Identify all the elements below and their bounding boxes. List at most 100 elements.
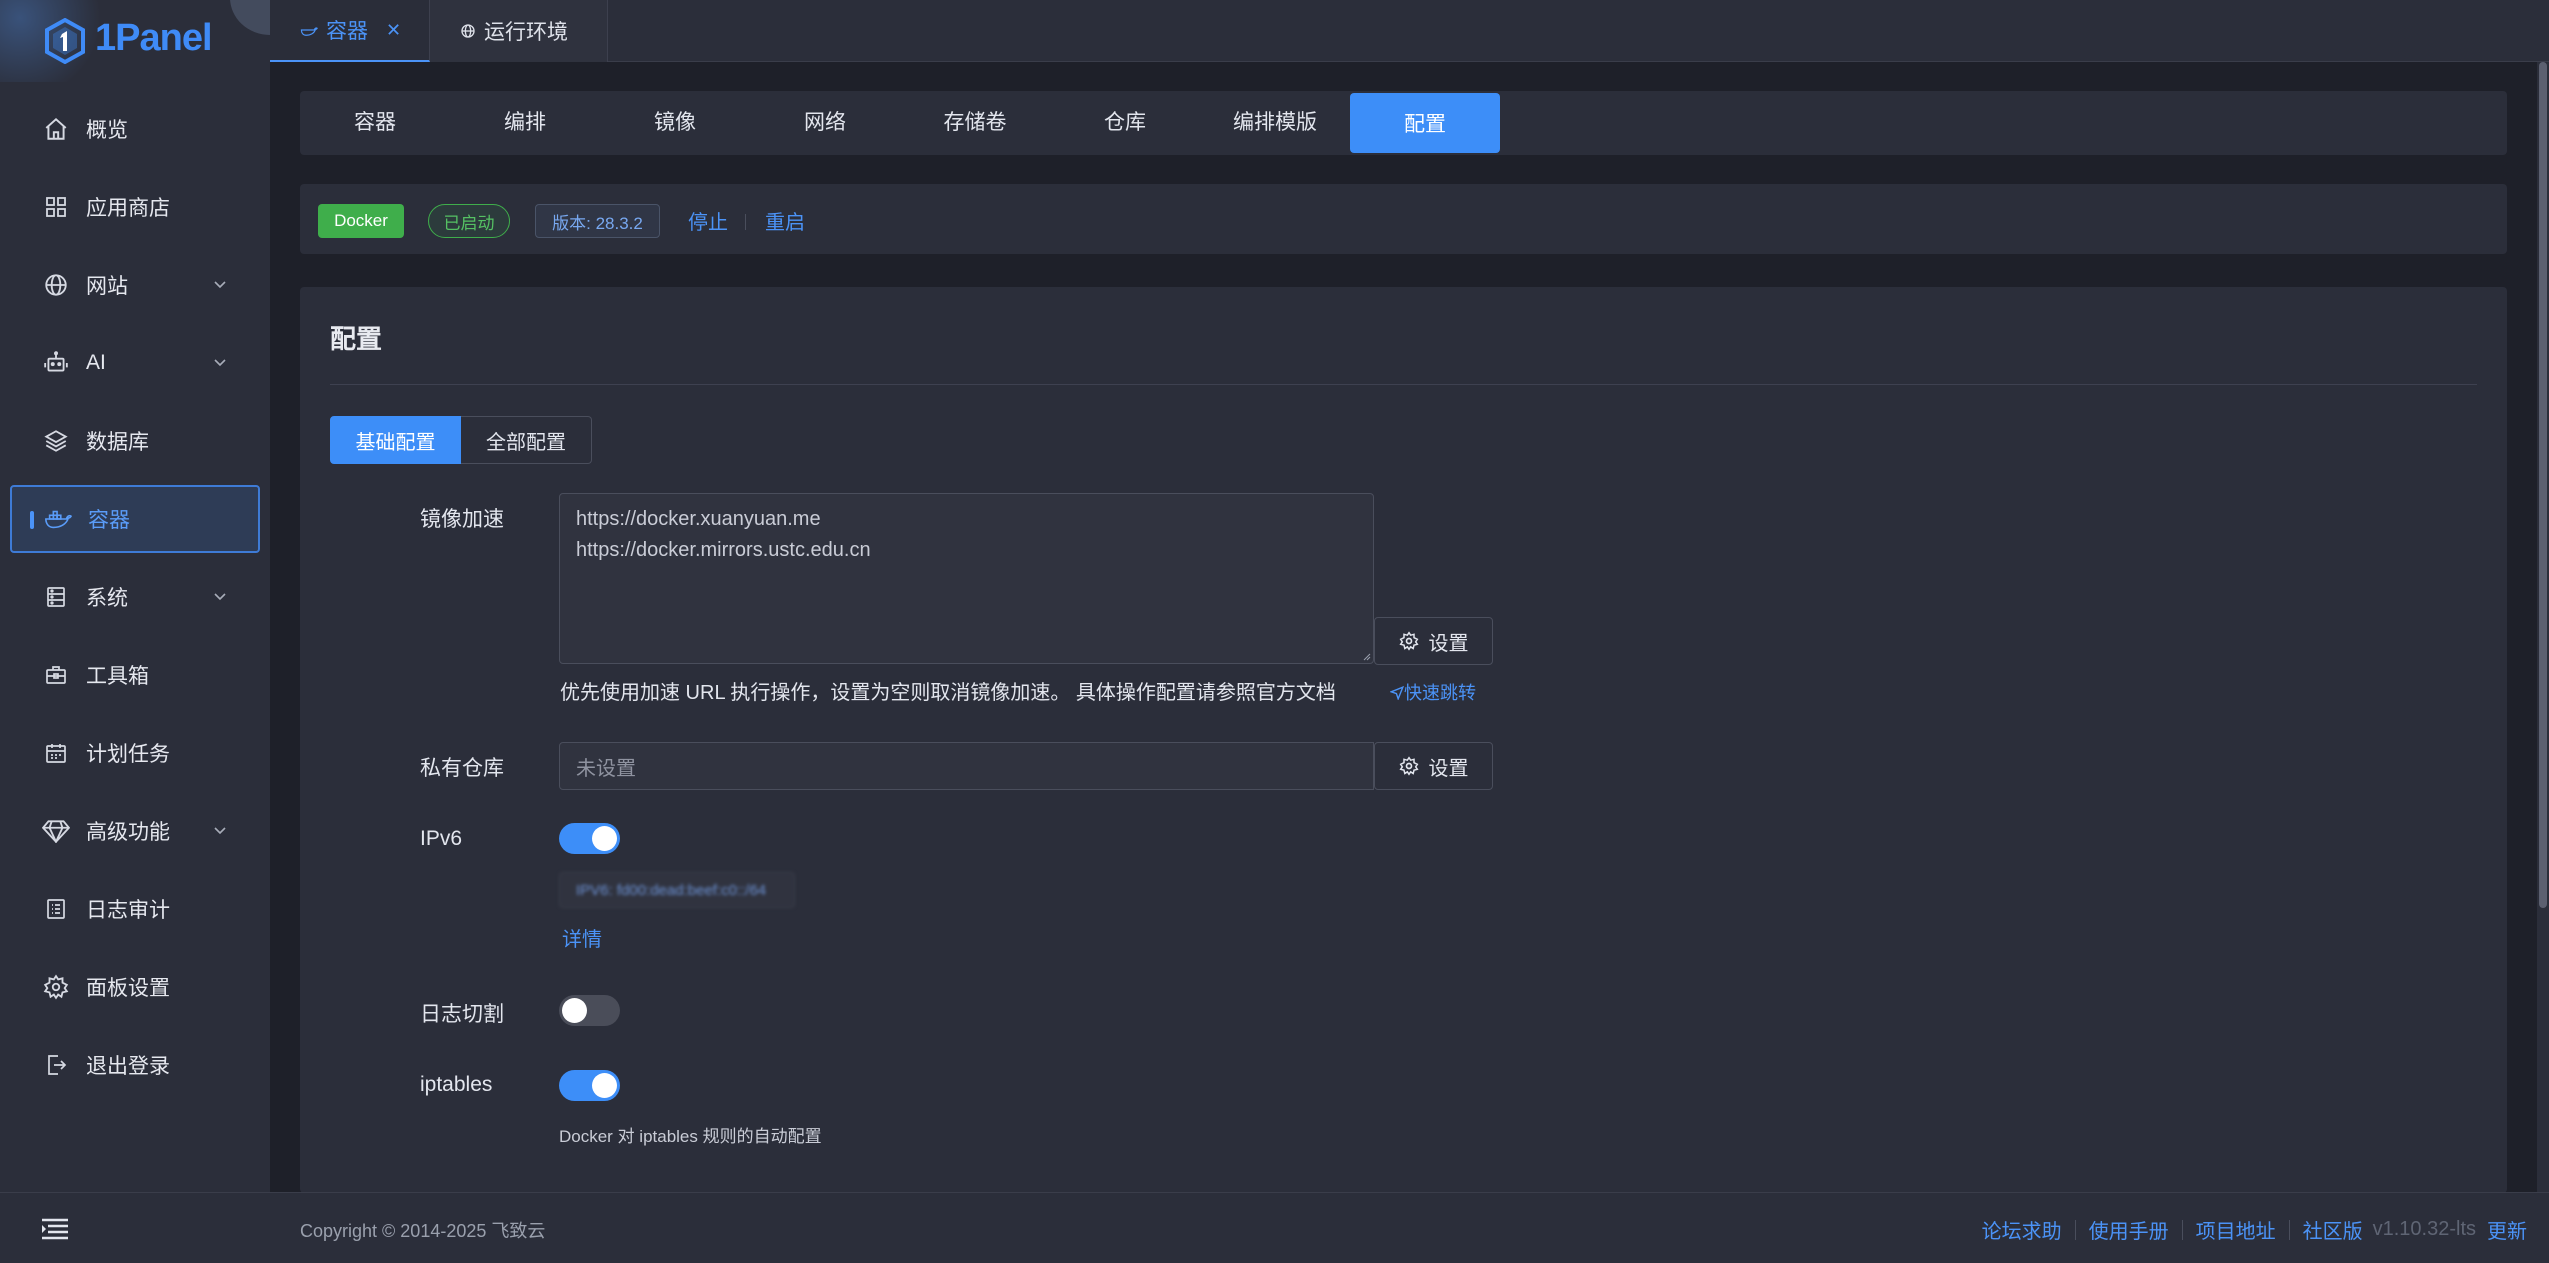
server-icon	[42, 583, 70, 611]
sidebar-item-label: 概览	[86, 119, 128, 142]
mirror-label: 镜像加速	[420, 508, 504, 531]
page-title: 配置	[330, 324, 383, 354]
subnav-containers[interactable]: 容器	[300, 91, 450, 151]
subnav-compose[interactable]: 编排	[450, 91, 600, 151]
brand-name: 1Panel	[95, 17, 213, 59]
docker-whale-icon	[300, 27, 318, 36]
config-mode-tabs: 基础配置 全部配置	[330, 416, 592, 464]
subnav-volumes[interactable]: 存储卷	[900, 91, 1050, 151]
sidebar-item-system[interactable]: 系统	[10, 558, 260, 636]
gear-icon	[42, 973, 70, 1001]
iptables-toggle[interactable]	[559, 1070, 620, 1101]
ipv6-subnet-tag: IPV6: fd00:dead:beef:c0::/64	[559, 872, 795, 908]
apps-grid-icon	[42, 193, 70, 221]
calendar-icon	[42, 739, 70, 767]
chevron-down-icon	[214, 281, 226, 289]
sidebar-item-label: 面板设置	[86, 977, 170, 1000]
iptables-label: iptables	[420, 1073, 493, 1096]
gear-icon	[1398, 756, 1419, 776]
ipv6-label: IPv6	[420, 827, 463, 850]
scrollbar-thumb[interactable]	[2539, 62, 2547, 908]
subnav-images[interactable]: 镜像	[600, 91, 750, 151]
docker-status-bar: Docker 已启动 版本: 28.3.2 停止 重启	[300, 184, 2507, 254]
sidebar-item-label: 数据库	[86, 431, 149, 454]
sidebar-item-panel-settings[interactable]: 面板设置	[10, 948, 260, 1026]
resize-grip-icon[interactable]	[1361, 651, 1371, 661]
registry-label: 私有仓库	[420, 757, 504, 780]
send-icon	[1389, 685, 1405, 701]
subnav-registries[interactable]: 仓库	[1050, 91, 1200, 151]
log-rotate-toggle[interactable]	[559, 995, 620, 1026]
log-list-icon	[42, 895, 70, 923]
chevron-down-icon	[214, 593, 226, 601]
robot-icon	[42, 349, 70, 377]
registry-settings-button[interactable]: 设置	[1374, 742, 1493, 790]
page-scrollbar[interactable]	[2537, 62, 2549, 1192]
sidebar-item-cron[interactable]: 计划任务	[10, 714, 260, 792]
globe-icon	[42, 271, 70, 299]
version-text: v1.10.32-lts	[2372, 1218, 2476, 1240]
update-link[interactable]: 更新	[2487, 1215, 2527, 1244]
registry-input[interactable]: 未设置	[559, 742, 1374, 790]
ipv6-detail-link[interactable]: 详情	[562, 923, 602, 952]
globe-icon	[461, 24, 475, 38]
button-label: 设置	[1428, 632, 1469, 655]
divider	[330, 384, 2477, 385]
edition-link[interactable]: 社区版	[2303, 1215, 2363, 1244]
container-sub-nav: 容器 编排 镜像 网络 存储卷 仓库 编排模版 配置	[300, 91, 2507, 155]
top-tab-bar: 容器 ✕ 运行环境	[270, 0, 2549, 62]
divider	[2074, 1219, 2076, 1240]
sidebar-item-label: 高级功能	[86, 821, 170, 844]
sidebar-item-toolbox[interactable]: 工具箱	[10, 636, 260, 714]
tab-runtime[interactable]: 运行环境	[430, 0, 608, 62]
close-icon[interactable]: ✕	[386, 20, 401, 41]
stop-button[interactable]: 停止	[688, 206, 728, 235]
tab-basic-config[interactable]: 基础配置	[330, 416, 461, 464]
project-link[interactable]: 项目地址	[2196, 1215, 2276, 1244]
iptables-help-text: Docker 对 iptables 规则的自动配置	[559, 1127, 822, 1146]
toggle-knob	[592, 826, 617, 851]
tab-container[interactable]: 容器 ✕	[270, 0, 430, 62]
sidebar-item-log-audit[interactable]: 日志审计	[10, 870, 260, 948]
mirror-textarea[interactable]: https://docker.xuanyuan.me https://docke…	[559, 493, 1374, 664]
sidebar-item-container[interactable]: 容器	[10, 485, 260, 553]
mirror-settings-button[interactable]: 设置	[1374, 617, 1493, 665]
sidebar-item-database[interactable]: 数据库	[10, 402, 260, 480]
sidebar-item-label: 日志审计	[86, 899, 170, 922]
home-icon	[42, 115, 70, 143]
forum-link[interactable]: 论坛求助	[1982, 1215, 2062, 1244]
subnav-settings[interactable]: 配置	[1350, 93, 1500, 153]
sidebar-item-ai[interactable]: AI	[10, 324, 260, 402]
status-badge: 已启动	[428, 204, 510, 238]
subnav-networks[interactable]: 网络	[750, 91, 900, 151]
collapse-menu-icon[interactable]	[40, 1217, 70, 1241]
gear-icon	[1398, 631, 1419, 651]
sidebar-item-label: 计划任务	[86, 743, 170, 766]
toggle-knob	[562, 998, 587, 1023]
subnav-compose-templates[interactable]: 编排模版	[1200, 91, 1350, 151]
logo-decoration	[230, 0, 270, 35]
divider	[2181, 1219, 2183, 1240]
restart-button[interactable]: 重启	[765, 206, 805, 235]
sidebar-item-website[interactable]: 网站	[10, 246, 260, 324]
sidebar-item-advanced[interactable]: 高级功能	[10, 792, 260, 870]
diamond-icon	[42, 817, 70, 845]
mirror-line: https://docker.xuanyuan.me	[576, 508, 821, 530]
mirror-help-text: 优先使用加速 URL 执行操作，设置为空则取消镜像加速。 具体操作配置请参照官方…	[560, 682, 1336, 704]
docker-whale-icon	[44, 505, 72, 533]
sidebar-item-label: 退出登录	[86, 1055, 170, 1078]
sidebar-item-app-store[interactable]: 应用商店	[10, 168, 260, 246]
sidebar-item-logout[interactable]: 退出登录	[10, 1026, 260, 1104]
brand-logo[interactable]: 1Panel	[0, 0, 270, 82]
ipv6-toggle[interactable]	[559, 823, 620, 854]
footer-links: 论坛求助 使用手册 项目地址 社区版 v1.10.32-lts 更新	[1982, 1215, 2527, 1244]
sidebar-item-overview[interactable]: 概览	[10, 90, 260, 168]
tab-label: 运行环境	[484, 21, 568, 44]
quick-jump-link[interactable]: 快速跳转	[1389, 679, 1476, 705]
sidebar-item-label: AI	[86, 351, 106, 374]
sidebar-item-label: 网站	[86, 275, 128, 298]
page-footer: Copyright © 2014-2025 飞致云 论坛求助 使用手册 项目地址…	[270, 1192, 2549, 1263]
tab-all-config[interactable]: 全部配置	[461, 416, 592, 464]
1panel-logo-icon	[45, 18, 85, 64]
manual-link[interactable]: 使用手册	[2089, 1215, 2169, 1244]
